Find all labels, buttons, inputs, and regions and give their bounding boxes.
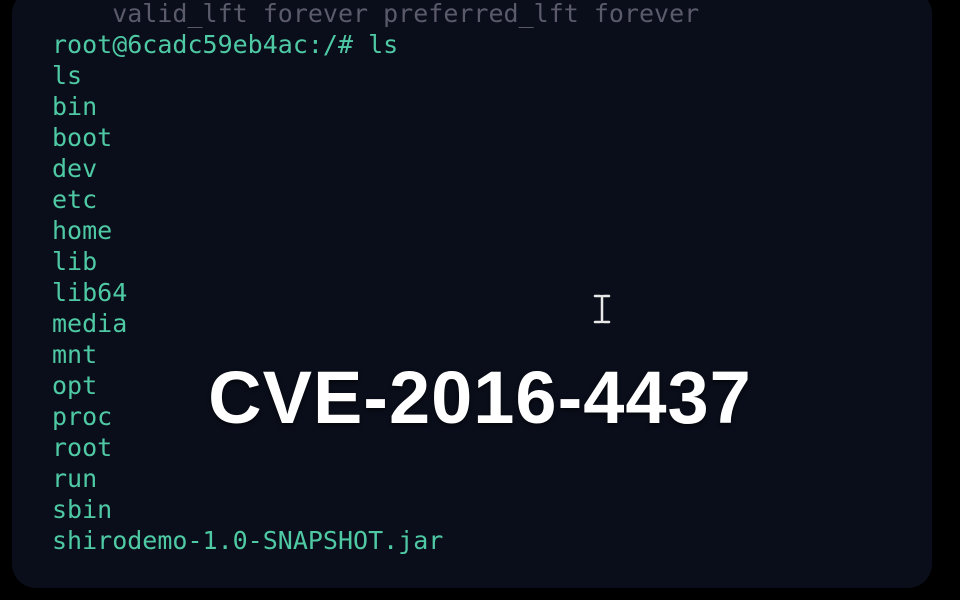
ls-entry: lib64: [52, 277, 892, 308]
ls-entry: shirodemo-1.0-SNAPSHOT.jar: [52, 525, 892, 556]
shell-prompt: root@6cadc59eb4ac:/#: [52, 30, 368, 59]
ls-entry: boot: [52, 122, 892, 153]
previous-output-line: valid_lft forever preferred_lft forever: [52, 0, 892, 29]
text-cursor-icon: [593, 294, 611, 324]
ls-entry: sbin: [52, 494, 892, 525]
ls-entry: etc: [52, 184, 892, 215]
terminal-window[interactable]: valid_lft forever preferred_lft forever …: [12, 0, 932, 588]
ls-entry: bin: [52, 91, 892, 122]
prompt-line: root@6cadc59eb4ac:/# ls: [52, 29, 892, 60]
overlay-title: CVE-2016-4437: [0, 355, 960, 440]
ls-entry: lib: [52, 246, 892, 277]
ls-entry: media: [52, 308, 892, 339]
ls-entry: run: [52, 463, 892, 494]
command-echo: ls: [52, 60, 892, 91]
ls-entry: dev: [52, 153, 892, 184]
command-text: ls: [368, 30, 398, 59]
ls-entry: home: [52, 215, 892, 246]
